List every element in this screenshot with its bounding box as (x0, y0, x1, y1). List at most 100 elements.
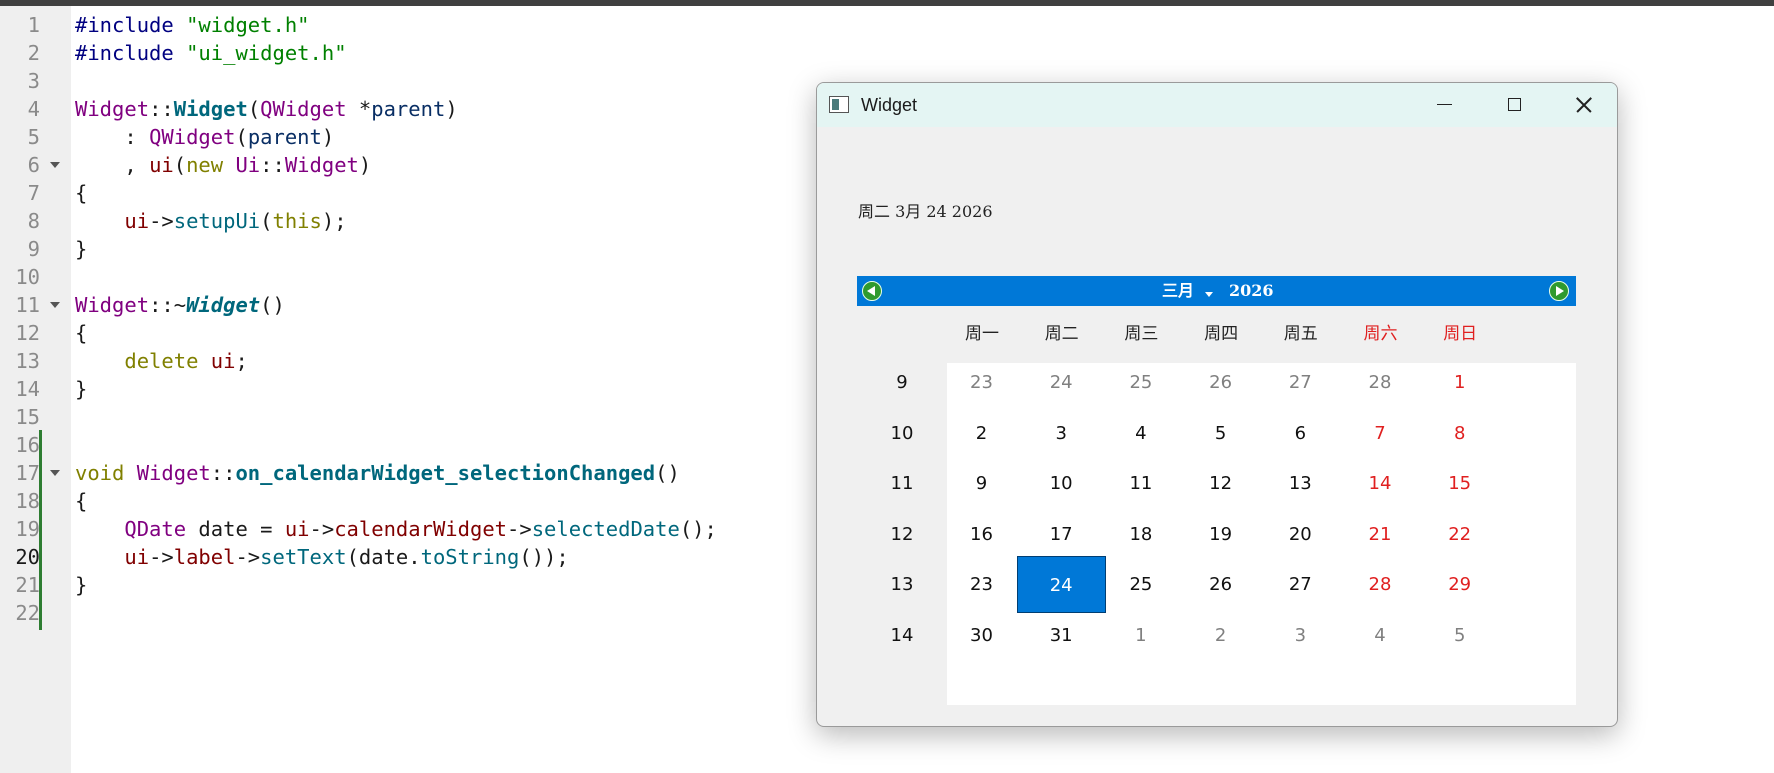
day-cell[interactable]: 6 (1256, 405, 1345, 462)
day-cell[interactable]: 2 (1176, 607, 1265, 664)
scope-op: ::~ (149, 293, 187, 317)
day-cell[interactable]: 10 (1017, 455, 1106, 512)
brace: } (75, 237, 88, 261)
day-cell[interactable]: 2 (937, 405, 1026, 462)
day-cell[interactable]: 29 (1415, 556, 1504, 613)
day-cell[interactable]: 4 (1336, 607, 1425, 664)
day-cell[interactable]: 26 (1176, 556, 1265, 613)
day-cell[interactable]: 5 (1176, 405, 1265, 462)
day-cell[interactable]: 28 (1336, 556, 1425, 613)
day-cell[interactable]: 27 (1256, 556, 1345, 613)
day-cell[interactable]: 3 (1017, 405, 1106, 462)
keyword: this (272, 209, 322, 233)
code-line-11[interactable]: 11 Widget::~Widget() (0, 291, 800, 319)
type-name: Ui (235, 153, 261, 177)
paren: ) (445, 97, 458, 121)
string-literal: "ui_widget.h" (186, 41, 347, 65)
day-cell[interactable]: 24 (1017, 354, 1106, 411)
day-cell[interactable]: 30 (937, 607, 1026, 664)
code-line-2[interactable]: 2 #include "ui_widget.h" (0, 39, 800, 67)
window-titlebar[interactable]: Widget (817, 83, 1617, 127)
day-cell[interactable]: 14 (1336, 455, 1425, 512)
day-cell[interactable]: 7 (1336, 405, 1425, 462)
day-cell[interactable]: 3 (1256, 607, 1345, 664)
code-line-15[interactable]: 15 (0, 403, 800, 431)
day-cell[interactable]: 9 (937, 455, 1026, 512)
code-line-14[interactable]: 14} (0, 375, 800, 403)
preprocessor: #include (75, 41, 187, 65)
day-cell[interactable]: 26 (1176, 354, 1265, 411)
day-cell[interactable]: 8 (1415, 405, 1504, 462)
day-cell[interactable]: 22 (1415, 506, 1504, 563)
code-line-20[interactable]: 20 ui->label->setText(date.toString()); (0, 543, 800, 571)
code-line-1[interactable]: 1 #include "widget.h" (0, 11, 800, 39)
arrow-op: -> (309, 517, 335, 541)
line-number: 6 (27, 153, 40, 177)
calendar-widget[interactable]: 三月 2026 周一 周二 周三 周四 周五 周六 周日 9 23 24 25 26 27 28 1 10 2 3… (857, 276, 1576, 705)
prev-month-arrow-icon[interactable] (862, 281, 882, 301)
widget-window[interactable]: Widget 周二 3月 24 2026 三月 2026 周一 周二 周三 周四 周五周… (816, 82, 1618, 727)
code-line-22[interactable]: 22 (0, 599, 800, 627)
day-cell[interactable]: 15 (1415, 455, 1504, 512)
code-line-13[interactable]: 13 delete ui; (0, 347, 800, 375)
code-line-7[interactable]: 7{ (0, 179, 800, 207)
init-colon: : (75, 125, 150, 149)
day-cell[interactable]: 13 (1256, 455, 1345, 512)
day-cell[interactable]: 28 (1336, 354, 1425, 411)
day-cell[interactable]: 27 (1256, 354, 1345, 411)
brace: { (75, 489, 88, 513)
code-line-19[interactable]: 19 QDate date = ui->calendarWidget->sele… (0, 515, 800, 543)
week-number: 11 (890, 473, 914, 494)
day-cell[interactable]: 31 (1017, 607, 1106, 664)
month-selector[interactable]: 三月 (1162, 276, 1194, 306)
code-line-16[interactable]: 16 (0, 431, 800, 459)
maximize-button[interactable] (1479, 83, 1549, 127)
code-line-17[interactable]: 17 void Widget::on_calendarWidget_selecti… (0, 459, 800, 487)
code-editor[interactable]: 1 #include "widget.h" 2 #include "ui_widge… (0, 11, 800, 627)
paren: ( (173, 153, 187, 177)
fold-arrow-icon[interactable] (50, 162, 60, 168)
arrow-op: -> (149, 209, 174, 233)
function-name: Widget (173, 97, 248, 121)
type-name: QDate (124, 517, 187, 541)
day-cell[interactable]: 23 (937, 354, 1026, 411)
code-line-6[interactable]: 6 , ui(new Ui::Widget) (0, 151, 800, 179)
code-line-3[interactable]: 3 (0, 67, 800, 95)
code-line-8[interactable]: 8 ui->setupUi(this); (0, 207, 800, 235)
member-name: ui (210, 349, 236, 373)
code-line-21[interactable]: 21} (0, 571, 800, 599)
day-cell[interactable]: 11 (1096, 455, 1185, 512)
fold-arrow-icon[interactable] (50, 302, 60, 308)
code-line-12[interactable]: 12 { (0, 319, 800, 347)
day-cell[interactable]: 18 (1096, 506, 1185, 563)
year-selector[interactable]: 2026 (1229, 276, 1274, 306)
day-cell[interactable]: 21 (1336, 506, 1425, 563)
day-cell[interactable]: 5 (1415, 607, 1504, 664)
day-cell[interactable]: 1 (1096, 607, 1185, 664)
day-cell[interactable]: 23 (937, 556, 1026, 613)
day-cell[interactable]: 25 (1096, 556, 1185, 613)
day-cell[interactable]: 25 (1096, 354, 1185, 411)
day-cell[interactable]: 16 (937, 506, 1026, 563)
day-cell[interactable]: 19 (1176, 506, 1265, 563)
day-cell[interactable]: 20 (1256, 506, 1345, 563)
day-cell[interactable]: 17 (1017, 506, 1106, 563)
code-line-5[interactable]: 5 : QWidget(parent) (0, 123, 800, 151)
next-month-arrow-icon[interactable] (1549, 281, 1569, 301)
code-line-4[interactable]: 4 Widget::Widget(QWidget *parent) (0, 95, 800, 123)
class-name: Widget (75, 97, 150, 121)
month-dropdown-icon[interactable] (1205, 292, 1213, 297)
day-cell[interactable]: 1 (1415, 354, 1504, 411)
minimize-button[interactable] (1409, 83, 1479, 127)
paren: ( (260, 209, 273, 233)
code-line-9[interactable]: 9} (0, 235, 800, 263)
code-line-18[interactable]: 18 { (0, 487, 800, 515)
selected-day-cell[interactable]: 24 (1016, 556, 1106, 613)
type-name: QWidget (260, 97, 347, 121)
fold-arrow-icon[interactable] (50, 470, 60, 476)
code-line-10[interactable]: 10 (0, 263, 800, 291)
close-button[interactable] (1547, 83, 1617, 127)
day-cell[interactable]: 12 (1176, 455, 1265, 512)
day-cell[interactable]: 4 (1096, 405, 1185, 462)
